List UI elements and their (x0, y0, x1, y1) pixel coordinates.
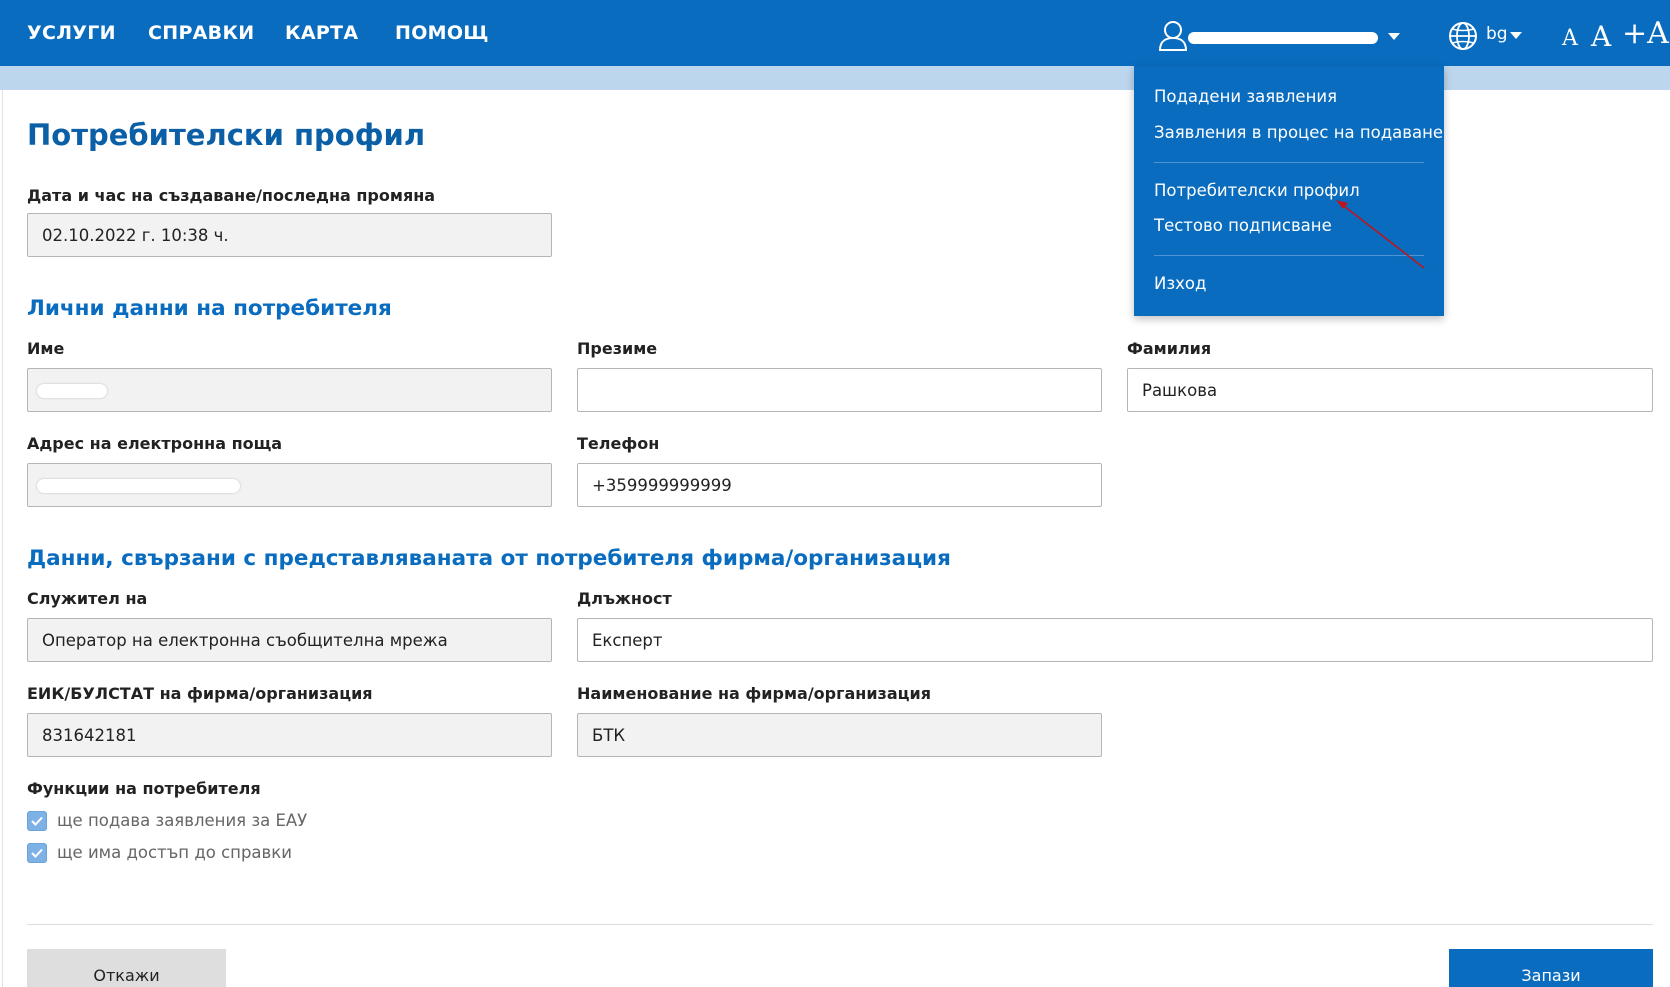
checkbox-applications-label: ще подава заявления за ЕАУ (57, 811, 308, 830)
created-field[interactable] (27, 213, 552, 257)
company-data-section-title: Данни, свързани с представляваната от по… (27, 546, 951, 571)
menu-separator (1154, 162, 1424, 163)
personal-data-section-title: Лични данни на потребителя (27, 296, 392, 321)
nav-item-map[interactable]: КАРТА (285, 22, 358, 44)
checkbox-references-label: ще има достъп до справки (57, 843, 292, 862)
first-name-label: Име (27, 339, 65, 358)
language-label: bg (1486, 24, 1508, 44)
redacted-user-name (1188, 32, 1378, 44)
position-label: Длъжност (577, 589, 672, 608)
nav-item-help[interactable]: ПОМОЩ (395, 22, 489, 44)
nav-item-services[interactable]: УСЛУГИ (27, 22, 116, 44)
font-size-decrease[interactable]: A (1562, 26, 1578, 51)
redacted-email (37, 479, 240, 493)
nav-item-references[interactable]: СПРАВКИ (148, 22, 255, 44)
email-label: Адрес на електронна поща (27, 434, 283, 453)
user-menu-toggle[interactable] (1158, 20, 1403, 52)
menu-item-user-profile[interactable]: Потребителски профил (1154, 181, 1360, 200)
company-name-field[interactable] (577, 713, 1102, 757)
page: УСЛУГИ СПРАВКИ КАРТА ПОМОЩ bg A A +A Пот… (0, 0, 1670, 987)
checkmark-icon (31, 816, 43, 826)
checkbox-applications[interactable] (27, 811, 47, 831)
font-size-normal[interactable]: A (1591, 20, 1611, 53)
position-field[interactable] (577, 618, 1653, 662)
save-button[interactable]: Запази (1449, 949, 1653, 987)
checkbox-references[interactable] (27, 843, 47, 863)
middle-name-label: Презиме (577, 339, 658, 358)
chevron-down-icon (1510, 32, 1522, 39)
user-dropdown-menu: Подадени заявления Заявления в процес на… (1134, 66, 1444, 316)
top-navigation-bar: УСЛУГИ СПРАВКИ КАРТА ПОМОЩ bg A A +A (0, 0, 1670, 66)
created-label: Дата и час на създаване/последна промяна (27, 186, 436, 205)
menu-item-applications-in-progress[interactable]: Заявления в процес на подаване (1154, 123, 1443, 142)
checkmark-icon (31, 848, 43, 858)
cancel-button[interactable]: Откажи (27, 949, 226, 987)
functions-label: Функции на потребителя (27, 779, 261, 798)
middle-name-field[interactable] (577, 368, 1102, 412)
employee-of-field[interactable] (27, 618, 552, 662)
company-name-label: Наименование на фирма/организация (577, 684, 931, 703)
font-size-increase[interactable]: +A (1622, 16, 1669, 51)
page-title: Потребителски профил (27, 118, 426, 152)
menu-item-test-signing[interactable]: Тестово подписване (1154, 216, 1332, 235)
employee-of-label: Служител на (27, 589, 148, 608)
form-divider (27, 924, 1653, 925)
menu-separator (1154, 255, 1424, 256)
last-name-field[interactable] (1127, 368, 1653, 412)
phone-label: Телефон (577, 434, 660, 453)
eik-label: ЕИК/БУЛСТАТ на фирма/организация (27, 684, 373, 703)
eik-field[interactable] (27, 713, 552, 757)
user-icon (1158, 20, 1188, 52)
phone-field[interactable] (577, 463, 1102, 507)
chevron-down-icon (1388, 33, 1400, 40)
last-name-label: Фамилия (1127, 339, 1212, 358)
redacted-first-name (37, 384, 107, 398)
menu-item-logout[interactable]: Изход (1154, 274, 1206, 293)
language-selector[interactable]: bg (1448, 20, 1523, 52)
menu-item-submitted-applications[interactable]: Подадени заявления (1154, 87, 1337, 106)
globe-icon (1448, 21, 1478, 55)
